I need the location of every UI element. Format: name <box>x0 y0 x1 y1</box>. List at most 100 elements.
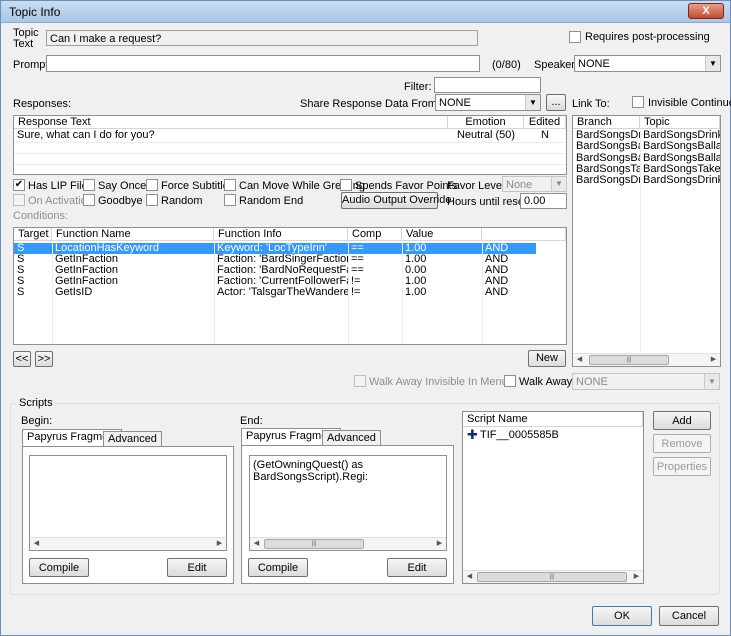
arrow-right-icon[interactable]: ▶ <box>213 538 226 550</box>
ok-button[interactable]: OK <box>592 606 652 626</box>
requires-post-processing-checkbox[interactable] <box>569 31 581 43</box>
row-divider <box>14 142 566 143</box>
row-divider <box>14 153 566 154</box>
arrow-right-icon[interactable]: ▶ <box>630 571 643 583</box>
begin-editor-hscrollbar[interactable]: ◀ ▶ <box>30 537 226 550</box>
column-header[interactable]: Comp <box>348 228 402 241</box>
column-header[interactable]: Emotion <box>448 116 524 129</box>
goodbye-checkbox[interactable] <box>83 194 95 206</box>
script-list[interactable]: Script Name ✚ TIF__0005585B ◀ ||| ▶ <box>462 411 644 584</box>
end-editor-hscrollbar[interactable]: ◀ ||| ▶ <box>250 537 446 550</box>
condition-function: GetInFaction <box>55 265 118 276</box>
arrow-right-icon[interactable]: ▶ <box>433 538 446 550</box>
conditions-list[interactable]: Target Function Name Function Info Comp … <box>13 227 567 345</box>
hours-until-reset-field[interactable]: 0.00 <box>520 193 567 209</box>
properties-button[interactable]: Properties <box>653 457 711 476</box>
condition-value: 0.00 <box>405 265 427 276</box>
add-script-button[interactable]: Add <box>653 411 711 430</box>
has-lip-file-checkbox[interactable]: ✔ <box>13 179 25 191</box>
begin-edit-button[interactable]: Edit <box>167 558 227 577</box>
topic-text-field[interactable]: Can I make a request? <box>46 30 478 46</box>
end-compile-button[interactable]: Compile <box>248 558 308 577</box>
link-row[interactable]: BardSongsBa... BardSongsBallad01F <box>573 153 720 164</box>
walk-away-checkbox[interactable] <box>504 375 516 387</box>
scroll-thumb[interactable]: ||| <box>589 355 669 365</box>
condition-value: 1.00 <box>405 254 427 265</box>
chevron-down-icon: ▼ <box>525 95 540 110</box>
audio-output-override-button[interactable]: Audio Output Override <box>341 192 451 209</box>
favor-level-select[interactable]: None ▼ <box>502 176 567 192</box>
column-header[interactable]: Edited <box>524 116 566 129</box>
arrow-left-icon[interactable]: ◀ <box>573 354 586 366</box>
condition-row[interactable]: S GetIsID Actor: 'TalsgarTheWanderer' !=… <box>14 287 536 298</box>
remove-script-button[interactable]: Remove <box>653 434 711 453</box>
script-list-item[interactable]: ✚ TIF__0005585B <box>463 427 643 442</box>
response-row[interactable]: Sure, what can I do for you? Neutral (50… <box>14 130 566 141</box>
column-header[interactable] <box>482 228 566 241</box>
end-edit-button[interactable]: Edit <box>387 558 447 577</box>
condition-row[interactable]: S GetInFaction Faction: 'BardSingerFacti… <box>14 254 536 265</box>
random-checkbox[interactable] <box>146 194 158 206</box>
column-header[interactable]: Value <box>402 228 482 241</box>
tab-begin-advanced[interactable]: Advanced <box>103 431 162 447</box>
column-header[interactable]: Function Name <box>52 228 214 241</box>
condition-row[interactable]: S LocationHasKeyword Keyword: 'LocTypeIn… <box>14 243 536 254</box>
link-to-hscrollbar[interactable]: ◀ ||| ▶ <box>573 353 720 366</box>
end-script-editor[interactable]: (GetOwningQuest() as BardSongsScript).Re… <box>249 455 447 551</box>
speaker-select[interactable]: NONE ▼ <box>574 55 721 72</box>
link-to-list[interactable]: Branch Topic BardSongsDri... BardSongsDr… <box>572 115 721 367</box>
link-row[interactable]: BardSongsDri... BardSongsDrinkingS <box>573 130 720 141</box>
condition-function: GetIsID <box>55 287 93 298</box>
condition-operator: AND <box>485 254 509 265</box>
begin-script-editor[interactable]: ◀ ▶ <box>29 455 227 551</box>
say-once-checkbox[interactable] <box>83 179 95 191</box>
arrow-left-icon[interactable]: ◀ <box>30 538 43 550</box>
cancel-button[interactable]: Cancel <box>659 606 719 626</box>
walk-away-invisible-checkbox[interactable] <box>354 375 366 387</box>
scroll-thumb[interactable]: ||| <box>264 539 364 549</box>
share-response-select[interactable]: NONE ▼ <box>435 94 541 111</box>
column-header[interactable]: Script Name <box>463 412 643 427</box>
prev-condition-button[interactable]: << <box>13 351 31 367</box>
condition-row[interactable]: S GetInFaction Faction: 'BardNoRequestFa… <box>14 265 536 276</box>
script-list-hscrollbar[interactable]: ◀ ||| ▶ <box>463 570 643 583</box>
column-header[interactable]: Topic <box>640 116 720 129</box>
new-condition-button[interactable]: New <box>528 350 566 367</box>
arrow-right-icon[interactable]: ▶ <box>707 354 720 366</box>
close-button[interactable]: X <box>688 3 724 19</box>
link-branch: BardSongsDri... <box>576 175 640 186</box>
begin-compile-button[interactable]: Compile <box>29 558 89 577</box>
begin-label: Begin: <box>21 415 53 427</box>
arrow-left-icon[interactable]: ◀ <box>463 571 476 583</box>
column-header[interactable]: Branch <box>573 116 640 129</box>
random-end-checkbox[interactable] <box>224 194 236 206</box>
condition-row[interactable]: S GetInFaction Faction: 'CurrentFollower… <box>14 276 536 287</box>
link-row[interactable]: BardSongsTa... BardSongsTakeABre <box>573 164 720 175</box>
spends-favor-checkbox[interactable] <box>340 179 352 191</box>
plus-icon: ✚ <box>467 427 478 442</box>
force-subtitle-checkbox[interactable] <box>146 179 158 191</box>
tab-end-advanced[interactable]: Advanced <box>322 430 381 446</box>
link-row[interactable]: BardSongsBa... BardSongsBallad02F <box>573 141 720 152</box>
condition-target: S <box>17 265 25 276</box>
column-header[interactable]: Target <box>14 228 52 241</box>
next-condition-button[interactable]: >> <box>35 351 53 367</box>
condition-value: 1.00 <box>405 243 427 254</box>
arrow-left-icon[interactable]: ◀ <box>250 538 263 550</box>
share-response-browse-button[interactable]: ... <box>546 94 566 111</box>
walk-away-select[interactable]: NONE ▼ <box>572 373 720 390</box>
invisible-continue-checkbox[interactable] <box>632 96 644 108</box>
on-activation-checkbox[interactable] <box>13 194 25 206</box>
link-row[interactable]: BardSongsDri... BardSongsDrinkingS <box>573 175 720 186</box>
condition-comp: != <box>351 287 361 298</box>
favor-level-value: None <box>506 179 533 191</box>
responses-list[interactable]: Response Text Emotion Edited Sure, what … <box>13 115 567 175</box>
filter-field[interactable] <box>434 77 541 93</box>
condition-value: 1.00 <box>405 276 427 287</box>
prompt-field[interactable] <box>46 55 480 72</box>
scroll-thumb[interactable]: ||| <box>477 572 627 582</box>
response-emotion: Neutral (50) <box>456 130 516 141</box>
can-move-checkbox[interactable] <box>224 179 236 191</box>
column-header[interactable]: Response Text <box>14 116 448 129</box>
column-header[interactable]: Function Info <box>214 228 348 241</box>
